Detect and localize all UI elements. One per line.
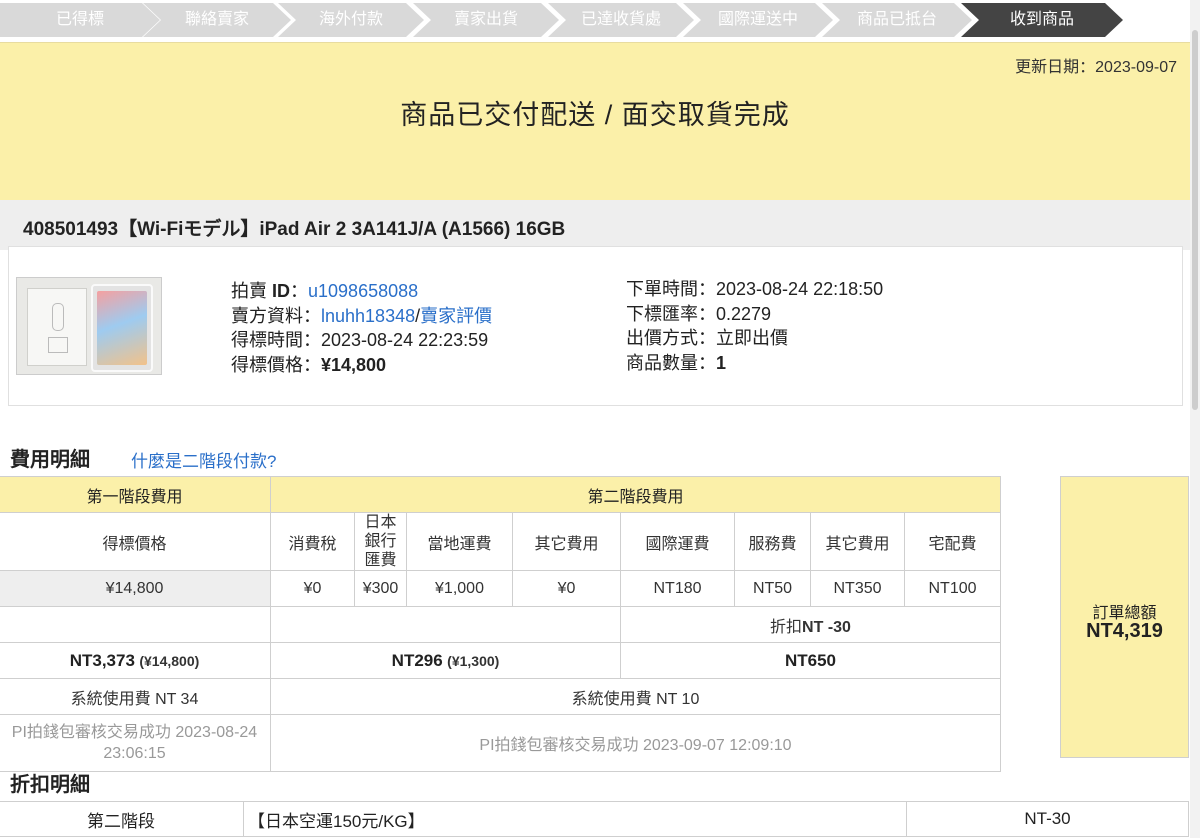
bid-method-row: 出價方式：立即出價 (626, 326, 883, 351)
stage2a-total-nt: NT296 (391, 650, 443, 670)
qty-value: 1 (716, 352, 727, 373)
auction-id-sep: ： (290, 281, 309, 301)
stage1-value: ¥14,800 (0, 570, 271, 607)
win-time-row: 得標時間：2023-08-24 22:23:59 (231, 328, 492, 353)
discount-stage: 第二階段 (0, 801, 244, 837)
item-info-right: 下單時間：2023-08-24 22:18:50 下標匯率：0.2279 出價方… (626, 277, 883, 375)
system-fee-stage1: 系統使用費 NT 34 (0, 678, 271, 715)
val-intl-shipping: NT180 (620, 570, 735, 607)
seller-rating-link[interactable]: 賣家評價 (420, 306, 492, 326)
win-time-value: 2023-08-24 22:23:59 (321, 330, 489, 350)
item-header: 408501493【Wi-Fiモデル】iPad Air 2 3A141J/A (… (0, 200, 1190, 250)
stage2b-total: NT650 (620, 642, 1001, 679)
val-consumption-tax: ¥0 (270, 570, 355, 607)
item-thumbnail[interactable] (16, 277, 162, 375)
order-time-row: 下單時間：2023-08-24 22:18:50 (626, 277, 883, 302)
status-message: 商品已交付配送 / 面交取貨完成 (400, 100, 790, 130)
stage2a-total: NT296 (¥1,300) (270, 642, 621, 679)
order-total-box: 訂單總額 NT4,319 (1060, 476, 1189, 758)
stage1-total-yen: (¥14,800) (139, 652, 200, 669)
stage1-col-win-price: 得標價格 (0, 512, 271, 571)
col-intl-shipping: 國際運費 (620, 512, 735, 571)
val-home-delivery: NT100 (904, 570, 1001, 607)
auction-id-link[interactable]: u1098658088 (308, 281, 418, 301)
stage1-header: 第一階段費用 (0, 476, 271, 513)
discount-section-title: 折扣明細 (10, 774, 90, 796)
progress-steps: 已得標 聯絡賣家 海外付款 賣家出貨 已達收貨處 國際運送中 商品已抵台 收到商… (0, 0, 1200, 42)
discount-table: 第二階段 【日本空運150元/KG】 NT-30 (0, 801, 1189, 837)
bid-method-value: 立即出價 (716, 328, 788, 348)
stage1-discount-empty (0, 606, 271, 643)
val-other-fees-jp: ¥0 (512, 570, 621, 607)
system-fee-stage2: 系統使用費 NT 10 (270, 678, 1001, 715)
rate-row: 下標匯率：0.2279 (626, 302, 883, 327)
auction-id-row: 拍賣 ID：u1098658088 (231, 279, 492, 304)
fee-table: 第一階段費用 第二階段費用 得標價格 消費稅 日本銀行匯費 當地運費 其它費用 … (0, 476, 1001, 772)
seller-name-link[interactable]: lnuhh18348 (321, 306, 415, 326)
fee-section-title: 費用明細 (10, 449, 90, 471)
stage2a-total-yen: (¥1,300) (447, 652, 500, 669)
rate-label: 下標匯率： (626, 303, 716, 324)
discount-label: 折扣 (770, 618, 803, 636)
stage2-header: 第二階段費用 (270, 476, 1001, 513)
win-price-row: 得標價格：¥14,800 (231, 353, 492, 378)
stage1-total-nt: NT3,373 (69, 650, 135, 670)
step-seller-shipped: 賣家出貨 (413, 3, 559, 37)
order-time-value: 2023-08-24 22:18:50 (716, 279, 884, 299)
win-price-value: ¥14,800 (321, 354, 387, 375)
col-bank-fee: 日本銀行匯費 (354, 512, 407, 571)
win-time-label: 得標時間： (231, 330, 321, 350)
auction-id-label: 拍賣 (231, 281, 273, 301)
col-home-delivery: 宅配費 (904, 512, 1001, 571)
col-consumption-tax: 消費稅 (270, 512, 355, 571)
update-date-label: 更新日期： (1015, 59, 1096, 76)
auction-id-key: ID (272, 281, 291, 301)
payment-status-stage2: PI拍錢包審核交易成功 2023-09-07 12:09:10 (270, 714, 1001, 772)
col-other-fees-tw: 其它費用 (810, 512, 905, 571)
step-received: 收到商品 (961, 3, 1123, 37)
step-overseas-payment: 海外付款 (278, 3, 424, 37)
step-contact-seller: 聯絡賣家 (143, 3, 291, 37)
win-price-label: 得標價格： (231, 354, 321, 375)
val-service-fee: NT50 (734, 570, 811, 607)
item-detail: 拍賣 ID：u1098658088 賣方資料：lnuhh18348/賣家評價 得… (8, 246, 1183, 406)
seller-row: 賣方資料：lnuhh18348/賣家評價 (231, 304, 492, 329)
discount-cell: 折扣NT -30 (620, 606, 1001, 643)
two-stage-help-link[interactable]: 什麼是二階段付款? (131, 447, 276, 472)
col-service-fee: 服務費 (734, 512, 811, 571)
stage2a-discount-empty (270, 606, 621, 643)
step-arrived-warehouse: 已達收貨處 (548, 3, 694, 37)
discount-value: NT -30 (802, 618, 851, 636)
step-arrived-taiwan: 商品已抵台 (822, 3, 972, 37)
discount-description: 【日本空運150元/KG】 (243, 801, 907, 837)
order-time-label: 下單時間： (626, 279, 716, 299)
item-info-left: 拍賣 ID：u1098658088 賣方資料：lnuhh18348/賣家評價 得… (231, 279, 492, 377)
col-bank-fee-label: 日本銀行匯費 (364, 514, 397, 569)
page-scrollbar[interactable] (1190, 0, 1200, 838)
item-title: 408501493【Wi-Fiモデル】iPad Air 2 3A141J/A (… (23, 219, 566, 240)
qty-row: 商品數量：1 (626, 351, 883, 376)
col-local-shipping: 當地運費 (406, 512, 513, 571)
scrollbar-thumb[interactable] (1192, 30, 1198, 410)
bid-method-label: 出價方式： (626, 328, 716, 348)
seller-label: 賣方資料： (231, 305, 321, 326)
update-date: 更新日期：2023-09-07 (1015, 53, 1177, 77)
rate-value: 0.2279 (716, 303, 772, 324)
update-date-value: 2023-09-07 (1095, 59, 1177, 76)
col-other-fees-jp: 其它費用 (512, 512, 621, 571)
val-local-shipping: ¥1,000 (406, 570, 513, 607)
discount-amount: NT-30 (906, 801, 1189, 837)
qty-label: 商品數量： (626, 352, 716, 373)
payment-status-stage1: PI拍錢包審核交易成功 2023-08-24 23:06:15 (0, 714, 271, 772)
val-other-fees-tw: NT350 (810, 570, 905, 607)
val-bank-fee: ¥300 (354, 570, 407, 607)
stage2b-total-nt: NT650 (784, 650, 837, 670)
stage1-total: NT3,373 (¥14,800) (0, 642, 271, 679)
step-won: 已得標 (0, 3, 160, 37)
step-international-shipping: 國際運送中 (683, 3, 833, 37)
status-banner: 更新日期：2023-09-07 商品已交付配送 / 面交取貨完成 (0, 42, 1190, 201)
order-total-value: NT4,319 (1086, 620, 1163, 642)
